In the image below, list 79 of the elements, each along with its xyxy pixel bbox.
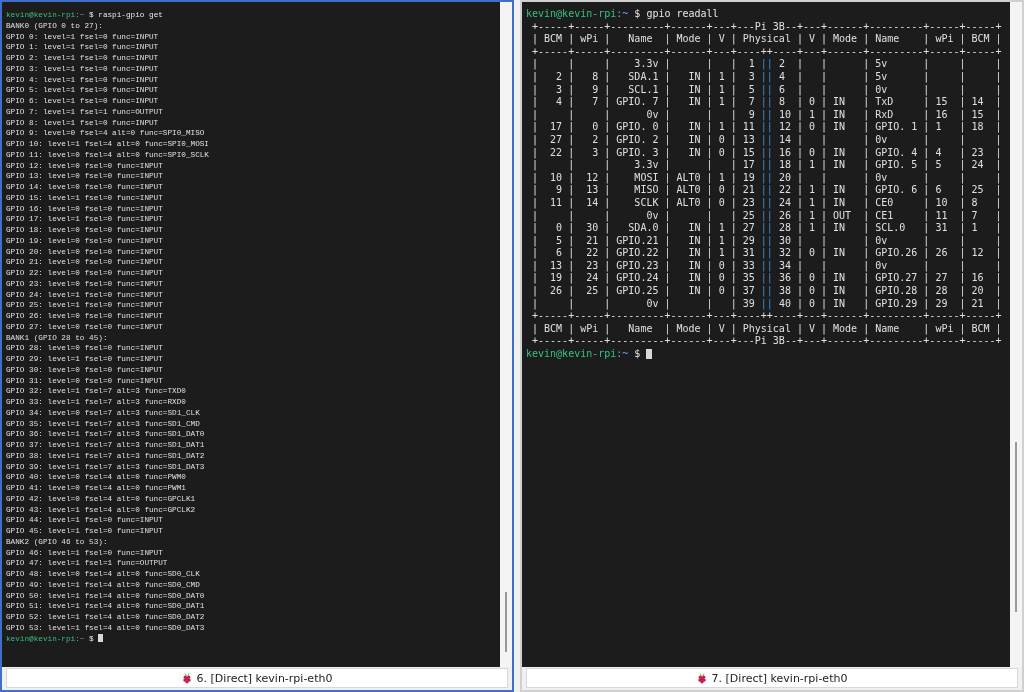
table-row-right: 32 | 0 | IN | GPIO.26 | 26 | 12 | bbox=[777, 247, 1002, 259]
terminal-line: | BCM | wPi | Name | Mode | V | Physical | V | Mode | Name | wPi | BCM | bbox=[531, 33, 1002, 45]
scrollbar[interactable] bbox=[1010, 2, 1022, 667]
table-row-right: 18 | 1 | IN | GPIO. 5 | 5 | 24 | bbox=[777, 159, 1002, 171]
table-row-right: 26 | 1 | OUT | CE1 | 11 | 7 | bbox=[777, 209, 1002, 221]
pin-separator: || bbox=[760, 171, 773, 183]
prompt-path: :~ bbox=[616, 348, 629, 360]
session-tab[interactable]: 7. [Direct] kevin-rpi-eth0 bbox=[526, 668, 1018, 688]
table-row-right: 16 | 0 | IN | GPIO. 4 | 4 | 23 | bbox=[777, 146, 1002, 158]
table-row-right: 38 | 0 | IN | GPIO.28 | 28 | 20 | bbox=[777, 285, 1002, 297]
prompt-user-host: kevin@kevin-rpi bbox=[526, 348, 617, 360]
table-row-right: 24 | 1 | IN | CE0 | 10 | 8 | bbox=[777, 196, 1002, 208]
table-row-left: | 9 | 13 | MISO | ALT0 | 0 | 21 bbox=[531, 184, 756, 196]
table-row-right: 6 | | | 0v | | | bbox=[777, 83, 1002, 95]
scrollbar[interactable] bbox=[500, 2, 512, 667]
table-row-left: | 22 | 3 | GPIO. 3 | IN | 0 | 15 bbox=[531, 146, 756, 158]
pin-separator: || bbox=[760, 285, 773, 297]
pin-separator: || bbox=[760, 272, 773, 284]
command-text: gpio readall bbox=[646, 8, 719, 19]
prompt-symbol: $ bbox=[634, 8, 641, 19]
table-row-left: | 2 | 8 | SDA.1 | IN | 1 | 3 bbox=[531, 70, 756, 82]
table-row-right: 4 | | | 5v | | | bbox=[777, 70, 1002, 82]
pin-separator: || bbox=[760, 83, 773, 95]
table-row-left: | | | 0v | | | 39 bbox=[531, 297, 756, 309]
table-row-left: | 5 | 21 | GPIO.21 | IN | 1 | 29 bbox=[531, 234, 756, 246]
pin-separator: || bbox=[760, 247, 773, 259]
raspberry-icon bbox=[181, 672, 192, 684]
table-row-left: | 13 | 23 | GPIO.23 | IN | 0 | 33 bbox=[531, 259, 756, 271]
pin-separator: || bbox=[760, 108, 773, 120]
prompt-path: :~ bbox=[616, 8, 629, 19]
pin-separator: || bbox=[760, 259, 773, 271]
terminal-line: +-----+-----+---------+------+---+----++----+---+------+---------+-----+-----+ bbox=[531, 45, 1002, 57]
pin-separator: || bbox=[760, 209, 773, 221]
pin-separator: || bbox=[760, 133, 773, 145]
table-row-left: | 4 | 7 | GPIO. 7 | IN | 1 | 7 bbox=[531, 96, 756, 108]
table-row-left: | 3 | 9 | SCL.1 | IN | 1 | 5 bbox=[531, 83, 756, 95]
table-row-right: 36 | 0 | IN | GPIO.27 | 27 | 16 | bbox=[777, 272, 1002, 284]
pin-separator: || bbox=[760, 159, 773, 171]
table-row-left: | 0 | 30 | SDA.0 | IN | 1 | 27 bbox=[531, 222, 756, 234]
table-row-left: | | | 3.3v | | | 17 bbox=[531, 159, 756, 171]
prompt-user-host: kevin@kevin-rpi bbox=[526, 8, 617, 19]
pin-separator: || bbox=[760, 196, 773, 208]
table-row-left: | | | 3.3v | | | 1 bbox=[531, 58, 756, 70]
table-row-right: 28 | 1 | IN | SCL.0 | 31 | 1 | bbox=[777, 222, 1002, 234]
session-tab[interactable]: 6. [Direct] kevin-rpi-eth0 bbox=[6, 668, 508, 688]
table-row-left: | 10 | 12 | MOSI | ALT0 | 1 | 19 bbox=[531, 171, 756, 183]
table-row-right: 2 | | | 5v | | | bbox=[777, 58, 1002, 70]
pin-separator: || bbox=[760, 234, 773, 246]
pin-separator: || bbox=[760, 184, 773, 196]
table-row-right: 22 | 1 | IN | GPIO. 6 | 6 | 25 | bbox=[777, 184, 1002, 196]
table-row-right: 40 | 0 | IN | GPIO.29 | 29 | 21 | bbox=[777, 297, 1002, 309]
table-row-left: | 27 | 2 | GPIO. 2 | IN | 0 | 13 bbox=[531, 133, 756, 145]
table-row-left: | 26 | 25 | GPIO.25 | IN | 0 | 37 bbox=[531, 285, 756, 297]
table-row-left: | | | 0v | | | 25 bbox=[531, 209, 756, 221]
pin-separator: || bbox=[760, 96, 773, 108]
pin-separator: || bbox=[760, 70, 773, 82]
terminal-line: +-----+-----+---------+------+---+----++----+---+------+---------+-----+-----+ bbox=[531, 310, 1002, 322]
table-row-right: 8 | 0 | IN | TxD | 15 | 14 | bbox=[777, 96, 1002, 108]
table-row-left: | 6 | 22 | GPIO.22 | IN | 1 | 31 bbox=[531, 247, 756, 259]
table-row-right: 14 | | | 0v | | | bbox=[777, 133, 1002, 145]
table-row-left: | | | 0v | | | 9 bbox=[531, 108, 756, 120]
table-row-left: | 19 | 24 | GPIO.24 | IN | 0 | 35 bbox=[531, 272, 756, 284]
pin-separator: || bbox=[760, 146, 773, 158]
terminal-line: +-----+-----+---------+------+---+---Pi 3B--+---+------+---------+-----+-----+ bbox=[531, 335, 1002, 347]
table-row-right: 20 | | | 0v | | | bbox=[777, 171, 1002, 183]
pin-separator: || bbox=[760, 222, 773, 234]
table-row-left: | 11 | 14 | SCLK | ALT0 | 0 | 23 bbox=[531, 196, 756, 208]
table-row-left: | 17 | 0 | GPIO. 0 | IN | 1 | 11 bbox=[531, 121, 756, 133]
pin-separator: || bbox=[760, 297, 773, 309]
terminal-line: | BCM | wPi | Name | Mode | V | Physical | V | Mode | Name | wPi | BCM | bbox=[531, 322, 1002, 334]
table-row-right: 12 | 0 | IN | GPIO. 1 | 1 | 18 | bbox=[777, 121, 1002, 133]
table-row-right: 30 | | | 0v | | | bbox=[777, 234, 1002, 246]
table-row-right: 10 | 1 | IN | RxD | 16 | 15 | bbox=[777, 108, 1002, 120]
table-row-right: 34 | | | 0v | | | bbox=[777, 259, 1002, 271]
pin-separator: || bbox=[760, 58, 773, 70]
pin-separator: || bbox=[760, 121, 773, 133]
prompt-symbol: $ bbox=[634, 348, 641, 360]
terminal-line: +-----+-----+---------+------+---+---Pi 3B--+---+------+---------+-----+-----+ bbox=[531, 20, 1002, 32]
raspberry-icon bbox=[696, 672, 707, 684]
